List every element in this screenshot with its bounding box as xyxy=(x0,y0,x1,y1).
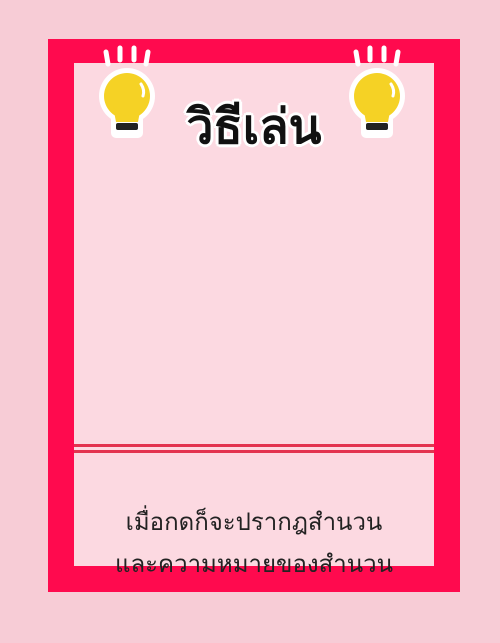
instruction-text: เมื่อกดก็จะปรากฎสำนวน และความหมายของสำนว… xyxy=(74,501,434,585)
instruction-line-1: เมื่อกดก็จะปรากฎสำนวน xyxy=(125,508,383,536)
lightbulb-icon xyxy=(99,45,155,138)
lightbulb-icon xyxy=(349,45,405,138)
divider-bottom xyxy=(74,450,434,453)
instruction-line-2: และความหมายของสำนวน xyxy=(114,550,394,578)
divider-top xyxy=(74,444,434,447)
